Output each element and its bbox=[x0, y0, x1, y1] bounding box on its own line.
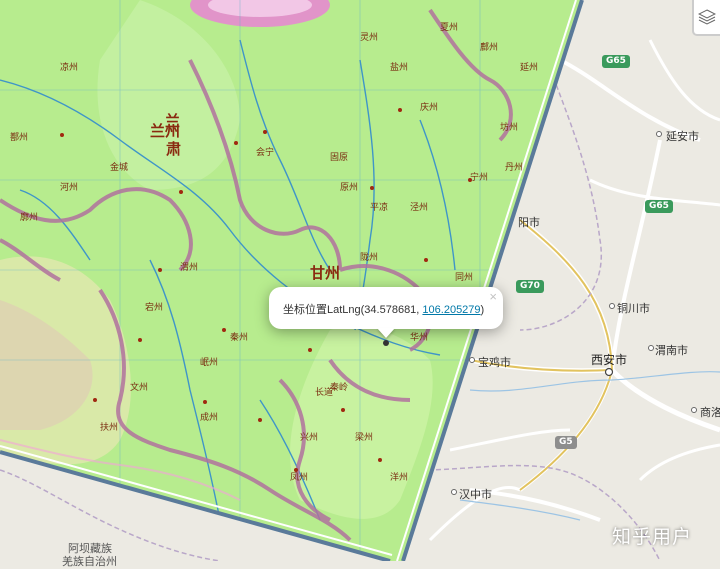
road-shield-g65-middle: G65 bbox=[645, 200, 673, 213]
layers-icon bbox=[698, 9, 716, 25]
coordinate-popup: 坐标位置LatLng(34.578681, 106.205279) × bbox=[269, 287, 503, 338]
road-shield-g5: G5 bbox=[555, 436, 577, 449]
layers-control-button[interactable] bbox=[692, 0, 720, 36]
watermark: 知乎用户 bbox=[612, 526, 693, 548]
popup-coordinate-suffix: ) bbox=[480, 304, 485, 316]
road-shield-g70: G70 bbox=[516, 280, 544, 293]
map-canvas[interactable] bbox=[0, 0, 720, 561]
popup-coordinate-label: 坐标位置LatLng(34.578681, bbox=[283, 304, 423, 316]
map-view[interactable]: 延安市 铜川市 西安市 渭南市 宝鸡市 汉中市 商洛 阳市 阿坝藏族 羌族自治州… bbox=[0, 0, 720, 568]
popup-tip bbox=[377, 328, 395, 338]
modern-rivers bbox=[459, 371, 720, 521]
popup-content: 坐标位置LatLng(34.578681, 106.205279) bbox=[283, 301, 484, 317]
popup-close-button[interactable]: × bbox=[489, 290, 497, 304]
road-shield-g65-north: G65 bbox=[602, 55, 630, 68]
popup-longitude-link[interactable]: 106.205279 bbox=[422, 304, 480, 316]
